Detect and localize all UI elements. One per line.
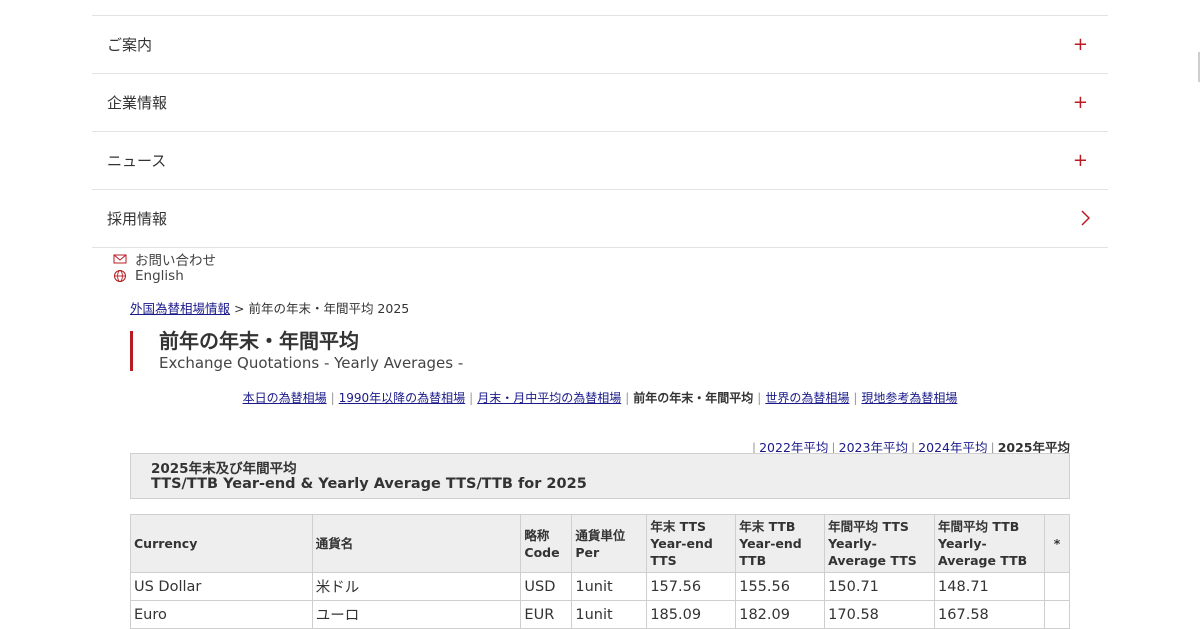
- menu-item-company[interactable]: 企業情報 +: [92, 74, 1108, 132]
- rates-table: Currency 通貨名 略称 Code 通貨単位 Per 年末 TTS Year-end TT…: [130, 514, 1071, 629]
- menu-item-label: 採用情報: [107, 210, 168, 228]
- english-label: English: [135, 268, 184, 284]
- subnav-local-reference[interactable]: 現地参考為替相場: [861, 391, 957, 405]
- table-cell: 167.58: [934, 600, 1045, 629]
- column-header-line: *: [1053, 536, 1061, 551]
- rates-subnav: 本日の為替相場 | 1990年以降の為替相場 | 月末・月中平均の為替相場 | 前年の年末・…: [0, 389, 1200, 406]
- column-header-line: TTB: [739, 553, 767, 568]
- menu-item-label: ニュース: [107, 152, 167, 170]
- menu-item-news[interactable]: ニュース +: [92, 132, 1108, 190]
- column-header-line: 年末 TTS: [650, 519, 707, 534]
- column-header-line: Yearly-: [828, 536, 877, 551]
- column-header-line: 年間平均 TTS: [828, 519, 909, 534]
- plus-icon: +: [1072, 149, 1088, 171]
- column-header: 年間平均 TTS Yearly- Average TTS: [824, 514, 936, 573]
- separator: |: [757, 391, 762, 405]
- table-cell: EUR: [520, 600, 573, 629]
- separator: |: [469, 391, 474, 405]
- table-header-row: Currency 通貨名 略称 Code 通貨単位 Per 年末 TTS Year-end TT…: [130, 514, 1071, 573]
- column-header: 年末 TTB Year-end TTB: [735, 514, 826, 573]
- breadcrumb-parent-link[interactable]: 外国為替相場情報: [130, 301, 230, 316]
- caption-en: TTS/TTB Year-end & Yearly Average TTS/TT…: [151, 476, 587, 492]
- subnav-since-1990[interactable]: 1990年以降の為替相場: [339, 391, 466, 405]
- english-link[interactable]: English: [113, 268, 184, 284]
- table-cell: 182.09: [735, 600, 826, 629]
- caption-jp: 2025年末及び年間平均: [151, 461, 297, 477]
- mail-icon: [113, 254, 127, 264]
- breadcrumb-separator: >: [230, 301, 249, 316]
- column-header-line: 略称: [524, 527, 550, 543]
- table-caption: 2025年末及び年間平均 TTS/TTB Year-end & Yearly A…: [130, 453, 1070, 499]
- table-cell: Euro: [130, 600, 313, 629]
- contact-link[interactable]: お問い合わせ: [113, 249, 216, 269]
- subnav-monthly[interactable]: 月末・月中平均の為替相場: [477, 391, 621, 405]
- column-header-line: TTS: [650, 553, 677, 568]
- subnav-today[interactable]: 本日の為替相場: [243, 391, 327, 405]
- column-header-line: Code: [524, 544, 560, 560]
- plus-icon: +: [1072, 91, 1088, 113]
- column-header: 通貨名: [311, 514, 522, 573]
- column-header-line: 年間平均 TTB: [938, 519, 1020, 534]
- table-cell: 150.71: [824, 572, 936, 601]
- menu-item-label: 企業情報: [107, 94, 168, 112]
- separator: |: [330, 391, 335, 405]
- column-header-line: Per: [575, 544, 600, 560]
- table-cell: 155.56: [735, 572, 826, 601]
- table-cell: ユーロ: [311, 600, 522, 629]
- table-cell: US Dollar: [130, 572, 313, 601]
- table-row: US Dollar 米ドル USD 1unit 157.56 155.56 150.71 14…: [130, 572, 1071, 601]
- column-header-line: Year-end: [650, 536, 713, 551]
- table-cell: USD: [520, 572, 573, 601]
- table-cell: 148.71: [934, 572, 1045, 601]
- table-cell: 185.09: [646, 600, 737, 629]
- column-header: Currency: [130, 514, 313, 573]
- table-cell: [1043, 600, 1071, 629]
- column-header: 略称 Code: [520, 514, 573, 573]
- separator: |: [853, 391, 858, 405]
- table-row: Euro ユーロ EUR 1unit 185.09 182.09 170.58 167.58: [130, 600, 1071, 629]
- breadcrumb: 外国為替相場情報 > 前年の年末・年間平均 2025: [130, 298, 409, 317]
- menu-item-label: ご案内: [107, 36, 153, 54]
- contact-label: お問い合わせ: [135, 253, 216, 269]
- plus-icon: +: [1072, 33, 1088, 55]
- column-header-line: 年末 TTB: [739, 519, 796, 534]
- column-header-line: Year-end: [739, 536, 802, 551]
- page-title-jp: 前年の年末・年間平均: [159, 329, 359, 353]
- table-cell: 米ドル: [311, 572, 522, 601]
- column-header-line: Average TTB: [938, 553, 1028, 568]
- menu-item-recruit[interactable]: 採用情報: [92, 190, 1108, 248]
- subnav-world[interactable]: 世界の為替相場: [765, 391, 849, 405]
- subnav-yearly-current: 前年の年末・年間平均: [633, 391, 754, 405]
- chevron-right-icon: [1081, 210, 1090, 226]
- site-menu-accordion: ご案内 + 企業情報 + ニュース + 採用情報: [92, 15, 1108, 248]
- column-header-line: Yearly-: [938, 536, 987, 551]
- breadcrumb-current: 前年の年末・年間平均 2025: [248, 301, 410, 316]
- globe-icon: [114, 270, 126, 282]
- column-header-line: Currency: [134, 536, 198, 551]
- column-header: 年間平均 TTB Yearly- Average TTB: [934, 514, 1045, 573]
- separator: |: [625, 391, 630, 405]
- table-cell: 157.56: [646, 572, 737, 601]
- page-title-en: Exchange Quotations - Yearly Averages -: [159, 354, 464, 372]
- column-header: 年末 TTS Year-end TTS: [646, 514, 737, 573]
- table-cell: 1unit: [571, 572, 648, 601]
- column-header-line: Average TTS: [828, 553, 917, 568]
- column-header: 通貨単位 Per: [571, 514, 648, 573]
- table-cell: [1043, 572, 1071, 601]
- column-header: *: [1043, 514, 1071, 573]
- table-cell: 170.58: [824, 600, 936, 629]
- column-header-line: 通貨単位: [575, 527, 626, 543]
- menu-item-guide[interactable]: ご案内 +: [92, 16, 1108, 74]
- column-header-line: 通貨名: [315, 536, 354, 551]
- table-cell: 1unit: [571, 600, 648, 629]
- page-title: 前年の年末・年間平均 Exchange Quotations - Yearly …: [130, 329, 464, 372]
